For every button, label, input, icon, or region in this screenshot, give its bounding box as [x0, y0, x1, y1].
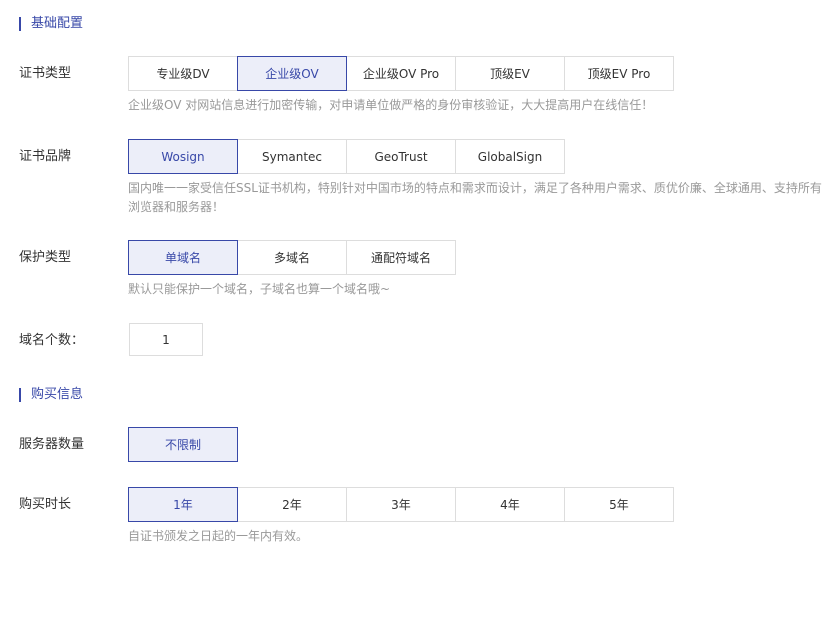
duration-label: 购买时长	[19, 497, 72, 512]
cert-type-options: 专业级DV 企业级OV 企业级OV Pro 顶级EV 顶级EV Pro	[128, 56, 674, 91]
duration-option-2y[interactable]: 2年	[237, 487, 347, 522]
cert-brand-option-globalsign[interactable]: GlobalSign	[455, 139, 565, 174]
duration-option-5y[interactable]: 5年	[564, 487, 674, 522]
cert-type-option-ov[interactable]: 企业级OV	[237, 56, 347, 91]
section-title-basic: 基础配置	[19, 17, 83, 31]
cert-brand-hint-line2: 浏览器和服务器！	[128, 200, 225, 214]
domain-count-label: 域名个数：	[19, 333, 85, 348]
cert-brand-label: 证书品牌	[19, 149, 72, 164]
cert-type-hint: 企业级OV 对网站信息进行加密传输，对申请单位做严格的身份审核验证，大大提高用户…	[128, 98, 654, 112]
server-count-label: 服务器数量	[19, 437, 85, 452]
protect-type-label: 保护类型	[19, 250, 72, 265]
domain-count-input[interactable]	[129, 323, 203, 356]
duration-option-4y[interactable]: 4年	[455, 487, 565, 522]
protect-type-options: 单域名 多域名 通配符域名	[128, 240, 456, 275]
duration-hint: 自证书颁发之日起的一年内有效。	[128, 529, 309, 543]
cert-brand-option-symantec[interactable]: Symantec	[237, 139, 347, 174]
protect-type-option-single[interactable]: 单域名	[128, 240, 238, 275]
section-title-purchase: 购买信息	[19, 388, 83, 402]
duration-option-3y[interactable]: 3年	[346, 487, 456, 522]
cert-type-option-dv[interactable]: 专业级DV	[128, 56, 238, 91]
cert-type-label: 证书类型	[19, 66, 72, 81]
cert-brand-options: Wosign Symantec GeoTrust GlobalSign	[128, 139, 565, 174]
protect-type-option-wildcard[interactable]: 通配符域名	[346, 240, 456, 275]
cert-brand-hint: 国内唯一一家受信任SSL证书机构，特别针对中国市场的特点和需求而设计，满足了各种…	[128, 179, 828, 217]
duration-option-1y[interactable]: 1年	[128, 487, 238, 522]
cert-brand-hint-line1: 国内唯一一家受信任SSL证书机构，特别针对中国市场的特点和需求而设计，满足了各种…	[128, 181, 822, 195]
cert-brand-option-geotrust[interactable]: GeoTrust	[346, 139, 456, 174]
protect-type-hint: 默认只能保护一个域名，子域名也算一个域名哦~	[128, 282, 391, 296]
duration-options: 1年 2年 3年 4年 5年	[128, 487, 674, 522]
cert-type-option-ev[interactable]: 顶级EV	[455, 56, 565, 91]
protect-type-option-multi[interactable]: 多域名	[237, 240, 347, 275]
cert-type-option-ev-pro[interactable]: 顶级EV Pro	[564, 56, 674, 91]
cert-type-option-ov-pro[interactable]: 企业级OV Pro	[346, 56, 456, 91]
server-count-options: 不限制	[128, 427, 238, 462]
cert-brand-option-wosign[interactable]: Wosign	[128, 139, 238, 174]
server-count-option-unlimited[interactable]: 不限制	[128, 427, 238, 462]
